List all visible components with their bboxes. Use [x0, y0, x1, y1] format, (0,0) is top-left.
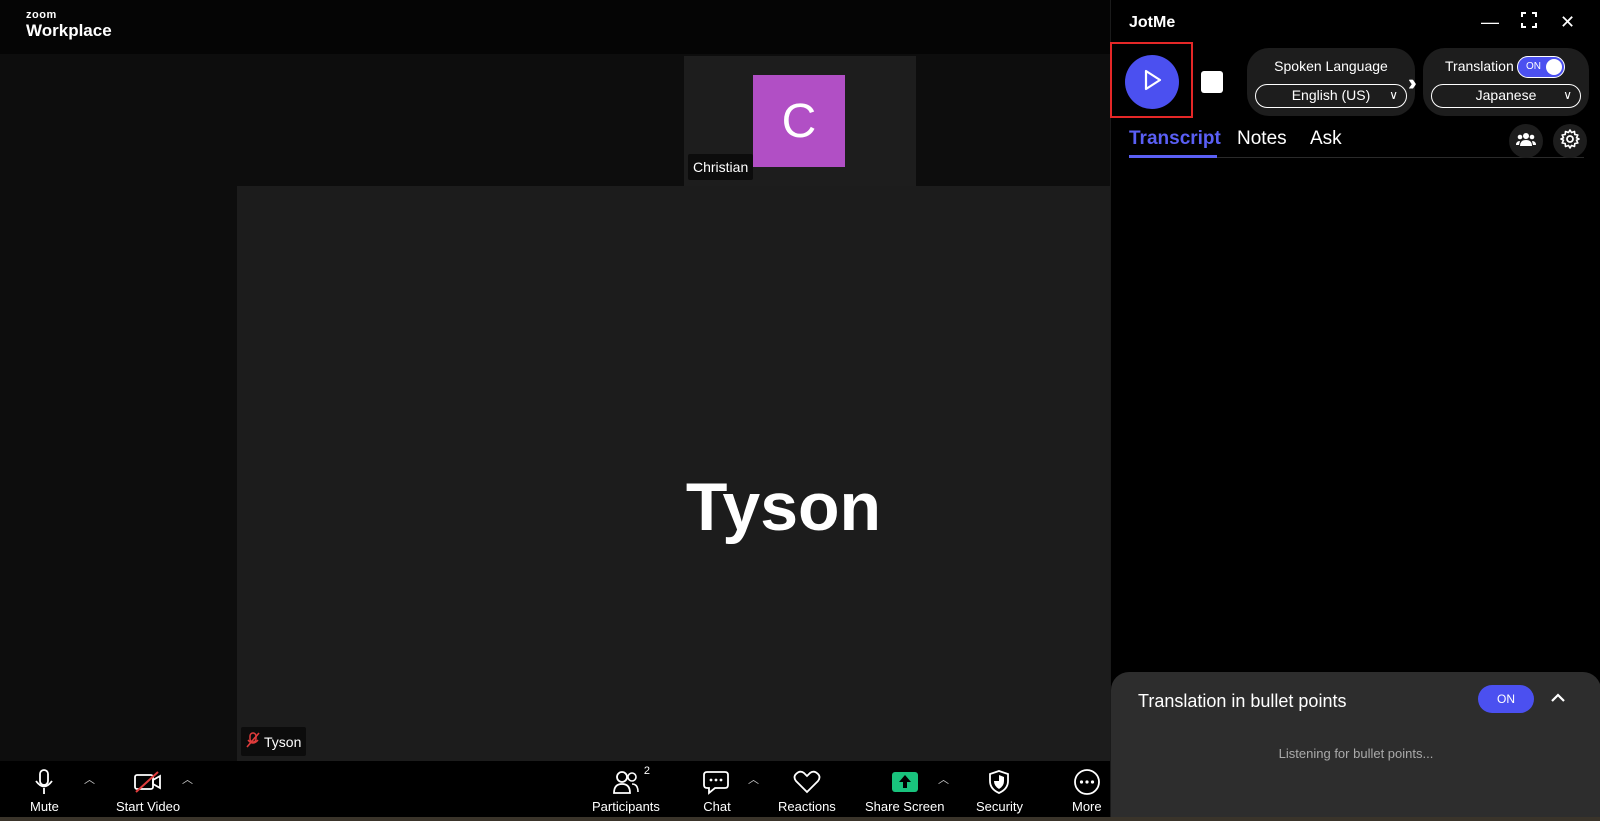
- active-tab-indicator: [1129, 155, 1217, 158]
- bullet-points-toggle[interactable]: ON: [1478, 685, 1534, 713]
- muted-mic-icon: [246, 732, 260, 751]
- bullet-points-title: Translation in bullet points: [1138, 691, 1347, 711]
- zoom-top-bar: zoom Workplace: [0, 0, 1110, 54]
- translation-language-value: Japanese: [1475, 87, 1537, 103]
- double-chevron-right-icon: ››: [1408, 70, 1416, 95]
- settings-button[interactable]: [1553, 124, 1587, 158]
- mute-label: Mute: [30, 799, 59, 814]
- participants-icon: 2: [612, 765, 650, 797]
- zoom-logo-small: zoom: [26, 9, 57, 21]
- participants-button[interactable]: 2 Participants: [592, 765, 660, 814]
- video-options-caret[interactable]: ︿: [182, 771, 193, 787]
- minimize-icon[interactable]: —: [1481, 12, 1499, 33]
- zoom-logo-big: Workplace: [26, 21, 112, 40]
- people-icon: [1516, 131, 1536, 152]
- reactions-button[interactable]: Reactions: [778, 767, 836, 814]
- chat-icon: [703, 767, 731, 797]
- meeting-toolbar: Mute ︿ Start Video ︿ 2 Participants Chat…: [0, 761, 1110, 821]
- tab-ask[interactable]: Ask: [1310, 128, 1342, 150]
- active-speaker-tag-label: Tyson: [264, 733, 302, 750]
- translation-box: Translation Japanese ∨: [1423, 48, 1589, 116]
- play-button[interactable]: [1125, 55, 1179, 109]
- share-options-caret[interactable]: ︿: [938, 771, 949, 787]
- jotme-panel: JotMe — ✕ Spoken Language English (US) ∨…: [1110, 0, 1600, 821]
- tab-notes[interactable]: Notes: [1237, 128, 1287, 150]
- participants-count: 2: [643, 765, 650, 777]
- start-video-button[interactable]: Start Video: [116, 767, 180, 814]
- chat-button[interactable]: Chat: [703, 767, 731, 814]
- reactions-label: Reactions: [778, 799, 836, 814]
- spoken-language-value: English (US): [1291, 87, 1371, 103]
- participant-thumbnail[interactable]: C Christian: [684, 56, 916, 186]
- mute-button[interactable]: Mute: [30, 767, 59, 814]
- active-speaker-tile[interactable]: Tyson Tyson: [237, 186, 1110, 761]
- close-icon[interactable]: ✕: [1560, 12, 1575, 33]
- toggle-knob: [1546, 59, 1562, 75]
- share-screen-icon: [891, 767, 919, 797]
- spoken-language-box: Spoken Language English (US) ∨: [1247, 48, 1415, 116]
- stop-button[interactable]: [1201, 71, 1223, 93]
- chevron-down-icon: ∨: [1389, 88, 1398, 102]
- spoken-language-label: Spoken Language: [1274, 58, 1388, 74]
- gear-icon: [1560, 128, 1580, 154]
- window-bottom-border: [0, 817, 1600, 821]
- zoom-logo: zoom Workplace: [26, 9, 112, 40]
- video-off-icon: [133, 767, 163, 797]
- security-button[interactable]: Security: [976, 767, 1023, 814]
- fullscreen-icon[interactable]: [1521, 12, 1537, 33]
- participants-label: Participants: [592, 799, 660, 814]
- more-label: More: [1072, 799, 1102, 814]
- more-icon: [1073, 767, 1101, 797]
- bullet-points-panel: Translation in bullet points ON Listenin…: [1111, 672, 1600, 821]
- heart-icon: [793, 767, 821, 797]
- people-button[interactable]: [1509, 124, 1543, 158]
- security-label: Security: [976, 799, 1023, 814]
- spoken-language-select[interactable]: English (US) ∨: [1255, 84, 1407, 108]
- audio-options-caret[interactable]: ︿: [84, 771, 95, 787]
- participant-name-tag: Christian: [688, 154, 754, 180]
- chat-options-caret[interactable]: ︿: [748, 771, 759, 787]
- play-icon: [1141, 68, 1163, 97]
- microphone-icon: [33, 767, 55, 797]
- bullet-points-status: Listening for bullet points...: [1278, 746, 1434, 761]
- share-screen-button[interactable]: Share Screen: [865, 767, 945, 814]
- tab-transcript[interactable]: Transcript: [1129, 128, 1221, 150]
- translation-toggle[interactable]: ON: [1517, 56, 1565, 78]
- collapse-button[interactable]: [1543, 684, 1573, 714]
- chat-label: Chat: [703, 799, 731, 814]
- jotme-title: JotMe: [1129, 14, 1176, 31]
- share-screen-label: Share Screen: [865, 799, 945, 814]
- shield-icon: [987, 767, 1011, 797]
- start-video-label: Start Video: [116, 799, 181, 814]
- more-button[interactable]: More: [1072, 767, 1102, 814]
- app-window: zoom Workplace C Christian Tyson Tyson M…: [0, 0, 1600, 821]
- translation-language-select[interactable]: Japanese ∨: [1431, 84, 1581, 108]
- chevron-up-icon: [1550, 690, 1566, 708]
- active-speaker-name: Tyson: [685, 469, 882, 545]
- avatar: C: [753, 75, 845, 167]
- chevron-down-icon: ∨: [1563, 88, 1572, 102]
- translation-toggle-label: ON: [1526, 61, 1541, 72]
- active-speaker-name-tag: Tyson: [241, 727, 307, 756]
